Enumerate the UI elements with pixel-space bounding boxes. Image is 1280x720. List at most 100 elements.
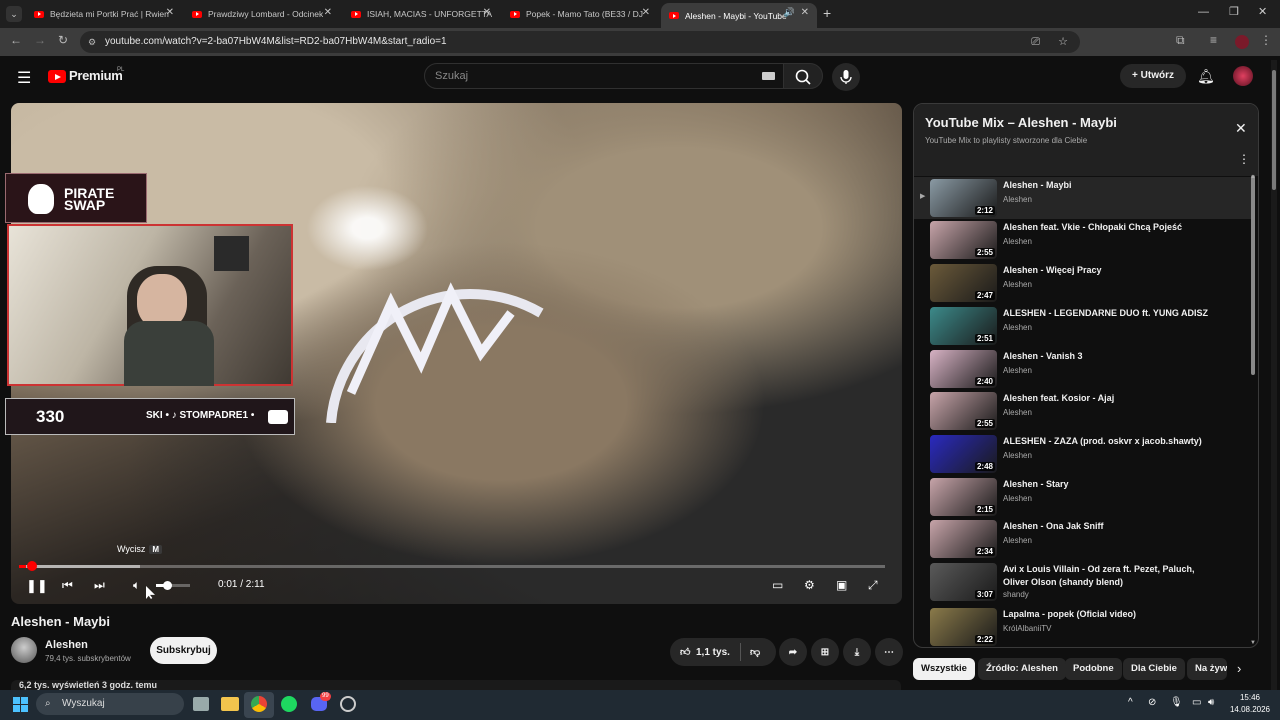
playlist-thumbnail[interactable]: 2:15	[930, 478, 997, 516]
task-view-icon[interactable]	[193, 697, 209, 711]
media-control-icon[interactable]: ≡	[1210, 33, 1217, 47]
subscribe-button[interactable]: Subskrybuj	[150, 637, 217, 664]
playlist-item[interactable]: 2:48 ALESHEN - ZAZA (prod. oskvr x jacob.…	[914, 433, 1252, 475]
chrome-icon[interactable]	[251, 696, 267, 712]
spotify-icon[interactable]	[281, 696, 297, 712]
account-avatar[interactable]	[1233, 66, 1253, 86]
network-off-icon[interactable]: ⊘	[1148, 697, 1156, 708]
channel-name[interactable]: Aleshen	[45, 639, 88, 651]
channel-avatar[interactable]	[11, 637, 37, 663]
settings-gear-icon[interactable]: ⚙	[804, 578, 815, 592]
windows-start-icon[interactable]	[13, 697, 29, 713]
playlist-thumbnail[interactable]: 2:51	[930, 307, 997, 345]
playlist-item[interactable]: 2:51 ALESHEN - LEGENDARNE DUO ft. YUNG AD…	[914, 305, 1252, 347]
playlist-item[interactable]: 2:34 Aleshen - Ona Jak Sniff Aleshen	[914, 518, 1252, 560]
playlist-item-title[interactable]: Avi x Louis Villain - Od zera ft. Pezet,…	[1003, 563, 1213, 589]
tab-3[interactable]: Popek - Mamo Tato (BE33 / DJ ✕	[502, 3, 658, 25]
playlist-thumbnail[interactable]: 2:55	[930, 221, 997, 259]
theater-mode-icon[interactable]: ▣	[836, 578, 847, 592]
reload-icon[interactable]: ↻	[58, 33, 68, 47]
playlist-item[interactable]: 2:55 Aleshen feat. Vkie - Chłopaki Chcą P…	[914, 219, 1252, 261]
playlist-item-title[interactable]: Aleshen - Ona Jak Sniff	[1003, 520, 1213, 533]
playlist-item-title[interactable]: Aleshen - Więcej Pracy	[1003, 264, 1213, 277]
next-icon[interactable]: ⏭︎	[94, 578, 105, 593]
voice-search-button[interactable]	[832, 63, 860, 91]
filter-chip[interactable]: Dla Ciebie	[1123, 658, 1185, 680]
playlist-item-title[interactable]: Aleshen feat. Vkie - Chłopaki Chcą Pojeś…	[1003, 221, 1213, 234]
progress-bar[interactable]	[19, 565, 885, 568]
scroll-up-icon[interactable]: ▲	[1250, 174, 1256, 180]
playlist-thumbnail[interactable]: 2:55	[930, 392, 997, 430]
filter-chip[interactable]: Źródło: Aleshen	[978, 658, 1066, 680]
display-icon[interactable]: ▭	[1192, 697, 1201, 708]
playlist-thumbnail[interactable]: 2:22	[930, 608, 997, 646]
subtitles-icon[interactable]: ▭	[772, 578, 783, 592]
playlist-item-title[interactable]: Aleshen feat. Kosior - Ajaj	[1003, 392, 1213, 405]
filter-chip[interactable]: Na żywo	[1187, 658, 1227, 680]
fullscreen-icon[interactable]: ⤢	[868, 578, 878, 593]
site-info-icon[interactable]: ⚙	[88, 31, 96, 53]
playlist-scrollbar[interactable]	[1251, 175, 1255, 375]
playlist-item[interactable]: 2:22 Lapalma - popek (Oficial video) KrólA…	[914, 606, 1252, 647]
save-icon[interactable]: ⊞	[811, 638, 839, 666]
extensions-icon[interactable]: ⧉	[1176, 33, 1185, 48]
scroll-down-icon[interactable]: ▼	[1250, 640, 1256, 646]
close-icon[interactable]: ✕	[166, 7, 174, 18]
previous-icon[interactable]: ⏮︎	[62, 578, 73, 593]
tab-search-icon[interactable]: ⌄	[6, 6, 22, 22]
tab-2[interactable]: ISIAH, MACIAS - UNFORGETTA ✕	[343, 3, 499, 25]
playlist-thumbnail[interactable]: 2:48	[930, 435, 997, 473]
url-field[interactable]: ⚙ youtube.com/watch?v=2-ba07HbW4M&list=R…	[80, 31, 1080, 53]
search-button[interactable]	[783, 63, 823, 89]
volume-slider[interactable]	[156, 584, 190, 587]
tab-4-active[interactable]: Aleshen - Maybi - YouTube 🔊 ✕	[661, 3, 817, 28]
tray-expand-icon[interactable]: ^	[1128, 697, 1133, 708]
playlist-thumbnail[interactable]: 2:12	[930, 179, 997, 217]
obs-icon[interactable]	[340, 696, 356, 712]
close-icon[interactable]: ✕	[642, 7, 650, 18]
file-explorer-icon[interactable]	[221, 697, 239, 711]
close-icon[interactable]: ✕	[483, 7, 491, 18]
chips-next-icon[interactable]: ›	[1237, 661, 1241, 676]
close-icon[interactable]: ✕	[801, 7, 809, 18]
playlist-thumbnail[interactable]: 2:34	[930, 520, 997, 558]
tray-mic-icon[interactable]: 🎙︎	[1170, 697, 1183, 708]
volume-handle[interactable]	[163, 581, 172, 590]
close-icon[interactable]: ✕	[324, 7, 332, 18]
bookmark-star-icon[interactable]: ☆	[1058, 31, 1068, 53]
like-icon[interactable]: 👍︎	[680, 646, 690, 658]
close-playlist-icon[interactable]: ✕	[1235, 120, 1247, 137]
playlist-item-title[interactable]: Aleshen - Maybi	[1003, 179, 1213, 192]
playlist-item-title[interactable]: Aleshen - Vanish 3	[1003, 350, 1213, 363]
scrubber-handle[interactable]	[27, 561, 37, 571]
playlist-thumbnail[interactable]: 3:07	[930, 563, 997, 601]
playlist-item-current[interactable]: ▶ 2:12 Aleshen - Maybi Aleshen	[914, 177, 1252, 219]
filter-chip[interactable]: Wszystkie	[913, 658, 975, 680]
volume-icon[interactable]: 🔈︎	[133, 578, 140, 593]
cast-icon[interactable]: ⎚	[1031, 31, 1040, 53]
playlist-item[interactable]: 2:15 Aleshen - Stary Aleshen	[914, 476, 1252, 518]
share-icon[interactable]: ➦	[779, 638, 807, 666]
more-actions-icon[interactable]: ⋯	[875, 638, 903, 666]
restore-icon[interactable]: ❐	[1229, 5, 1239, 18]
tray-volume-icon[interactable]: 🔊︎	[1208, 697, 1214, 708]
playlist-item-title[interactable]: ALESHEN - ZAZA (prod. oskvr x jacob.shaw…	[1003, 435, 1213, 448]
playlist-item[interactable]: 2:47 Aleshen - Więcej Pracy Aleshen	[914, 262, 1252, 304]
filter-chip[interactable]: Podobne	[1065, 658, 1122, 680]
page-scrollbar-thumb[interactable]	[1272, 70, 1276, 190]
like-count[interactable]: 1,1 tys.	[696, 647, 730, 658]
playlist-item[interactable]: 2:55 Aleshen feat. Kosior - Ajaj Aleshen	[914, 390, 1252, 432]
notifications-bell-icon[interactable]: 🔔︎	[1197, 68, 1215, 85]
playlist-item[interactable]: 2:40 Aleshen - Vanish 3 Aleshen	[914, 348, 1252, 390]
tab-0[interactable]: Będzieta mi Portki Prać | Rwien ✕	[26, 3, 182, 25]
keyboard-icon[interactable]	[762, 72, 775, 80]
create-button[interactable]: + Utwórz	[1120, 64, 1186, 88]
playlist-thumbnail[interactable]: 2:40	[930, 350, 997, 388]
minimize-icon[interactable]: —	[1198, 6, 1209, 18]
pause-icon[interactable]: ❚❚	[26, 578, 48, 594]
playlist-item[interactable]: 3:07 Avi x Louis Villain - Od zera ft. Pe…	[914, 561, 1252, 603]
back-icon[interactable]: ←	[10, 33, 22, 47]
hamburger-menu-icon[interactable]: ☰	[17, 68, 31, 88]
playlist-item-title[interactable]: ALESHEN - LEGENDARNE DUO ft. YUNG ADISZ	[1003, 307, 1213, 320]
playlist-thumbnail[interactable]: 2:47	[930, 264, 997, 302]
